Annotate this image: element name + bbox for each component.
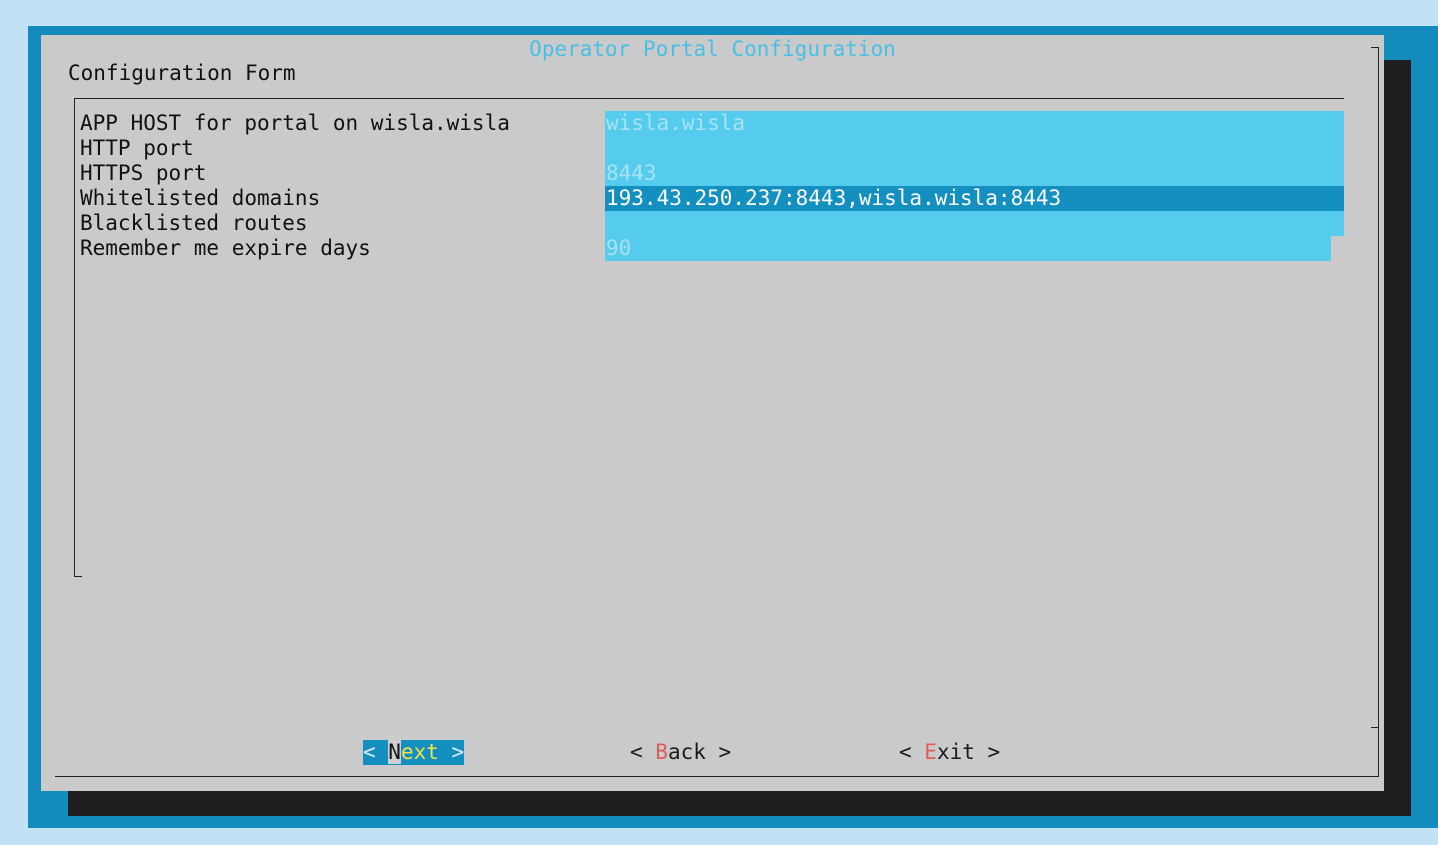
exit-open-bracket: < (899, 740, 925, 764)
exit-close-bracket: > (974, 740, 1001, 764)
remember-me-days-input[interactable]: 90 (605, 236, 1331, 261)
whitelisted-domains-input[interactable]: 193.43.250.237:8443,wisla.wisla:8443 (605, 186, 1344, 211)
form-row: HTTPS port 8443 (41, 161, 1384, 186)
form-row: Blacklisted routes (41, 211, 1384, 236)
configuration-form: APP HOST for portal on wisla.wisla wisla… (41, 35, 1384, 791)
form-row: APP HOST for portal on wisla.wisla wisla… (41, 111, 1384, 136)
back-hotkey: B (655, 740, 668, 764)
form-row: Whitelisted domains 193.43.250.237:8443,… (41, 186, 1384, 211)
field-label: HTTP port (80, 136, 194, 160)
http-port-input[interactable] (605, 136, 1344, 161)
back-label: ack (667, 740, 706, 764)
back-open-bracket: < (630, 740, 656, 764)
field-label: Whitelisted domains (80, 186, 321, 210)
field-label: Blacklisted routes (80, 211, 308, 235)
exit-label: xit (936, 740, 975, 764)
exit-button[interactable]: < Exit > (899, 740, 1000, 765)
form-row: HTTP port (41, 136, 1384, 161)
next-hotkey: N (388, 740, 401, 764)
back-close-bracket: > (705, 740, 732, 764)
field-label: Remember me expire days (80, 236, 371, 260)
app-host-input[interactable]: wisla.wisla (605, 111, 1344, 136)
https-port-input[interactable]: 8443 (605, 161, 1344, 186)
exit-hotkey: E (924, 740, 937, 764)
field-label: HTTPS port (80, 161, 207, 185)
next-close-bracket: > (438, 740, 465, 764)
back-button[interactable]: < Back > (630, 740, 731, 765)
next-label: ext (400, 740, 439, 764)
next-open-bracket: < (363, 740, 389, 764)
next-button[interactable]: < Next > (363, 740, 465, 765)
form-row: Remember me expire days 90 (41, 236, 1384, 261)
configuration-dialog: Operator Portal Configuration Configurat… (41, 35, 1384, 791)
blacklisted-routes-input[interactable] (605, 211, 1344, 236)
field-label: APP HOST for portal on wisla.wisla (80, 111, 510, 135)
